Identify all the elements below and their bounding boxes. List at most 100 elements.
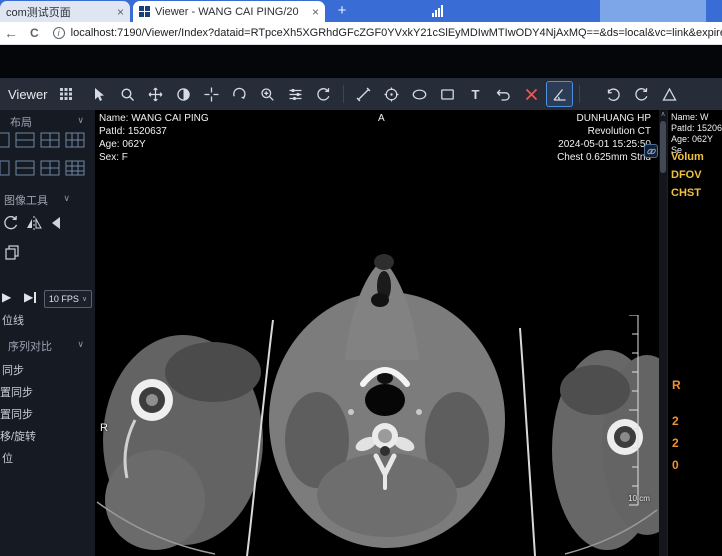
contrast-icon	[177, 87, 190, 101]
step-forward-button[interactable]: ▶	[24, 290, 37, 304]
fps-select[interactable]: 10 FPS ∨	[44, 290, 92, 308]
text-tool-button[interactable]: T	[462, 81, 489, 107]
tab-title: com测试页面	[6, 6, 71, 19]
ct-axial-image	[95, 110, 659, 556]
sidebar-item-pan-rotate[interactable]: 移/旋转	[0, 428, 36, 444]
ellipse-tool-button[interactable]	[406, 81, 433, 107]
rotate-cw-icon	[635, 87, 648, 101]
flip-vertical-button[interactable]	[48, 214, 66, 237]
orientation-marker-right: R	[100, 422, 108, 434]
pan-icon	[148, 87, 163, 101]
play-button[interactable]: ▶	[2, 290, 11, 304]
zoom-tool-button[interactable]	[254, 81, 281, 107]
image-tools-row	[2, 214, 66, 237]
orientation-marker-anterior: A	[378, 113, 385, 124]
chevron-down-icon: ∨	[77, 339, 84, 349]
rotate-3d-icon	[233, 87, 246, 99]
rotate-image-button[interactable]	[2, 214, 20, 237]
patient-age: Age: 062Y	[99, 139, 146, 150]
image-tools-section-header[interactable]: 图像工具 ∨	[4, 192, 92, 208]
new-tab-button[interactable]: +	[332, 0, 352, 22]
link-series-button[interactable]	[644, 144, 658, 158]
layout-3x3-button[interactable]	[65, 160, 85, 181]
series-params-overlay: Volum DFOV CHST	[671, 148, 704, 202]
scrollbar-thumb[interactable]	[660, 121, 666, 173]
ellipse-icon	[412, 88, 427, 100]
rotate-tool-button[interactable]	[310, 81, 337, 107]
magnifier-icon	[121, 87, 134, 101]
series-compare-section-header[interactable]: 序列对比 ∨	[8, 338, 92, 354]
scale-ruler	[629, 315, 639, 506]
left-sidebar: 布局 ∨ 图像工具 ∨ ▶ ▶ 10 FPS ∨ 位线 序列对比 ∨ 同步 置同…	[0, 110, 95, 556]
measure-line-tool-button[interactable]	[350, 81, 377, 107]
patient-name: Name: W	[671, 112, 709, 122]
second-viewport[interactable]: Name: W PatId: 15206 Age: 062Y Se Volum …	[667, 110, 722, 556]
app-title: Viewer	[8, 86, 48, 102]
reload-button[interactable]: C	[30, 26, 39, 40]
layout-2x2-button[interactable]	[40, 132, 60, 153]
layout-2x1-button[interactable]	[15, 132, 35, 153]
target-tool-button[interactable]	[378, 81, 405, 107]
delete-annotation-tool-button[interactable]	[518, 81, 545, 107]
layout-section-header[interactable]: 布局 ∨	[10, 114, 90, 130]
close-tab-icon[interactable]: ×	[312, 6, 319, 18]
pointer-tool-button[interactable]	[86, 81, 113, 107]
scanner-name: Revolution CT	[587, 126, 651, 137]
layout-2x3-button[interactable]	[65, 132, 85, 153]
back-button[interactable]: ←	[4, 25, 18, 41]
link-icon	[646, 148, 656, 154]
titlebar-highlight	[600, 0, 706, 22]
rotate-3d-tool-button[interactable]	[226, 81, 253, 107]
sidebar-item-window-sync[interactable]: 置同步	[0, 406, 33, 422]
triangle-tool-button[interactable]	[656, 81, 683, 107]
orientation-marker-right: R	[672, 378, 681, 392]
series-compare-label: 序列对比	[8, 341, 52, 353]
hospital-name: DUNHUANG HP	[576, 113, 651, 124]
delete-x-icon	[525, 88, 538, 100]
text-icon: T	[472, 87, 480, 102]
copy-image-button[interactable]	[4, 244, 20, 265]
series-param: Volum	[671, 151, 704, 163]
sidebar-item-reset[interactable]: 位	[2, 450, 13, 466]
browser-tab-test-page[interactable]: com测试页面 ×	[0, 1, 130, 22]
window-level-tool-button[interactable]	[282, 81, 309, 107]
sidebar-item-position-sync[interactable]: 置同步	[0, 384, 33, 400]
fps-value: 10 FPS	[48, 294, 79, 304]
patient-age: Age: 062Y	[671, 134, 714, 144]
scrollbar-up-icon[interactable]: ∧	[659, 110, 667, 120]
patient-id: PatId: 1520637	[99, 126, 167, 137]
ct-viewport[interactable]: Name: WANG CAI PING PatId: 1520637 Age: …	[95, 110, 659, 556]
site-info-icon[interactable]: i	[52, 27, 65, 39]
pan-tool-button[interactable]	[142, 81, 169, 107]
browser-tab-viewer[interactable]: Viewer - WANG CAI PING/20 ×	[133, 1, 325, 22]
window-value: 0	[672, 458, 679, 472]
locator-line-item[interactable]: 位线	[2, 312, 24, 328]
close-tab-icon[interactable]: ×	[117, 6, 124, 18]
rotate-right-tool-button[interactable]	[628, 81, 655, 107]
url-input[interactable]: localhost:7190/Viewer/Index?dataid=RTpce…	[71, 27, 722, 39]
magnifier-tool-button[interactable]	[114, 81, 141, 107]
angle-tool-button[interactable]	[546, 81, 573, 107]
rectangle-tool-button[interactable]	[434, 81, 461, 107]
patient-id: PatId: 15206	[671, 123, 722, 133]
toolbar-divider	[579, 85, 580, 103]
contrast-tool-button[interactable]	[170, 81, 197, 107]
reset-tool-button[interactable]	[600, 81, 627, 107]
scale-label: 10 cm	[628, 494, 650, 503]
crosshair-tool-button[interactable]	[198, 81, 225, 107]
copy-icon	[5, 245, 19, 260]
layout-1x1-button[interactable]	[0, 132, 10, 153]
cursor-icon	[95, 87, 104, 101]
layout-grid-icon[interactable]	[60, 88, 72, 100]
layout-1x2-button[interactable]	[0, 160, 10, 181]
patient-sex: Sex: F	[99, 152, 128, 163]
layout-2x2b-button[interactable]	[40, 160, 60, 181]
undo-tool-button[interactable]	[490, 81, 517, 107]
flip-horizontal-button[interactable]	[25, 214, 43, 237]
window-value: 2	[672, 414, 679, 428]
series-param: DFOV	[671, 169, 702, 181]
series-scrollbar[interactable]: ∧	[659, 110, 667, 556]
sidebar-item-sync[interactable]: 同步	[2, 362, 24, 378]
angle-icon	[553, 88, 566, 101]
layout-2x1b-button[interactable]	[15, 160, 35, 181]
